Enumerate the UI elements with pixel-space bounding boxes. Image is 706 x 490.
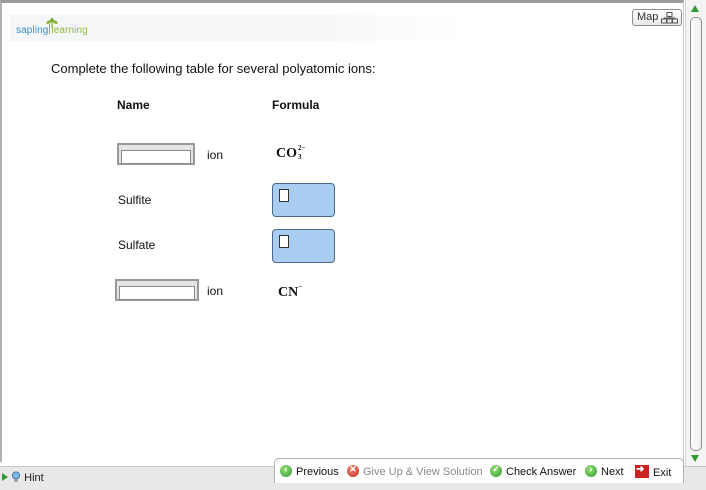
logo-text-learning: learning [51, 25, 88, 36]
equation-cursor [279, 189, 289, 202]
next-arrow-icon: › [585, 464, 597, 477]
scroll-thumb[interactable] [690, 17, 702, 451]
logo-bar: sapling learning [10, 15, 462, 41]
formula-input-sulfate[interactable] [272, 229, 335, 263]
question-frame: sapling learning Map Complete the followi… [0, 0, 684, 462]
equation-cursor [279, 235, 289, 248]
give-up-label: Give Up & View Solution [363, 466, 483, 478]
name-input-row1[interactable] [121, 150, 191, 164]
scroll-up-arrow-icon[interactable] [691, 5, 699, 12]
name-input-row1-wrapper [117, 143, 195, 165]
hint-label: Hint [24, 472, 44, 484]
map-button[interactable]: Map [632, 9, 682, 26]
exit-label: Exit [653, 467, 672, 479]
scroll-down-arrow-icon[interactable] [691, 455, 699, 462]
formula-superscript: − [298, 283, 303, 291]
name-input-row4[interactable] [119, 286, 195, 300]
check-answer-button[interactable]: ✓ Check Answer [490, 464, 577, 478]
vertical-scrollbar[interactable] [685, 0, 706, 467]
ion-suffix-row1: ion [207, 148, 224, 162]
previous-arrow-icon: ‹ [280, 464, 292, 477]
give-up-icon: ✕ [347, 464, 359, 477]
formula-base: CO [276, 146, 297, 161]
formula-superscript: 2− [298, 144, 306, 152]
name-input-row4-wrapper [115, 279, 199, 301]
next-button[interactable]: › Next [585, 464, 624, 478]
formula-cyanide: CN− [278, 283, 302, 301]
question-instructions: Complete the following table for several… [51, 61, 376, 76]
formula-script: 2− 3 [297, 144, 311, 161]
previous-button[interactable]: ‹ Previous [280, 464, 339, 478]
formula-column-header: Formula [272, 98, 320, 112]
previous-label: Previous [296, 466, 339, 478]
ion-suffix-row4: ion [207, 284, 224, 298]
give-up-button[interactable]: ✕ Give Up & View Solution [347, 464, 483, 478]
next-label: Next [601, 466, 624, 478]
name-column-header: Name [117, 98, 150, 112]
check-icon: ✓ [490, 464, 502, 477]
play-icon [2, 473, 8, 481]
exit-button[interactable]: ➜ Exit [635, 464, 672, 479]
map-label: Map [637, 11, 659, 23]
formula-input-sulfite[interactable] [272, 183, 335, 217]
hint-button[interactable]: Hint [2, 471, 44, 484]
logo-text-sapling: sapling [16, 25, 49, 36]
formula-base: CN [278, 285, 299, 300]
formula-subscript: 3 [298, 153, 302, 161]
formula-carbonate: CO 2− 3 [276, 144, 311, 162]
exit-door-icon: ➜ [635, 464, 649, 478]
hint-bulb-icon [12, 471, 21, 482]
check-answer-label: Check Answer [506, 466, 577, 478]
navigation-panel: ‹ Previous ✕ Give Up & View Solution ✓ Chec… [274, 458, 684, 483]
name-sulfate: Sulfate [118, 238, 156, 252]
map-icon [661, 12, 678, 24]
sapling-logo: sapling learning [16, 24, 88, 36]
name-sulfite: Sulfite [118, 193, 152, 207]
